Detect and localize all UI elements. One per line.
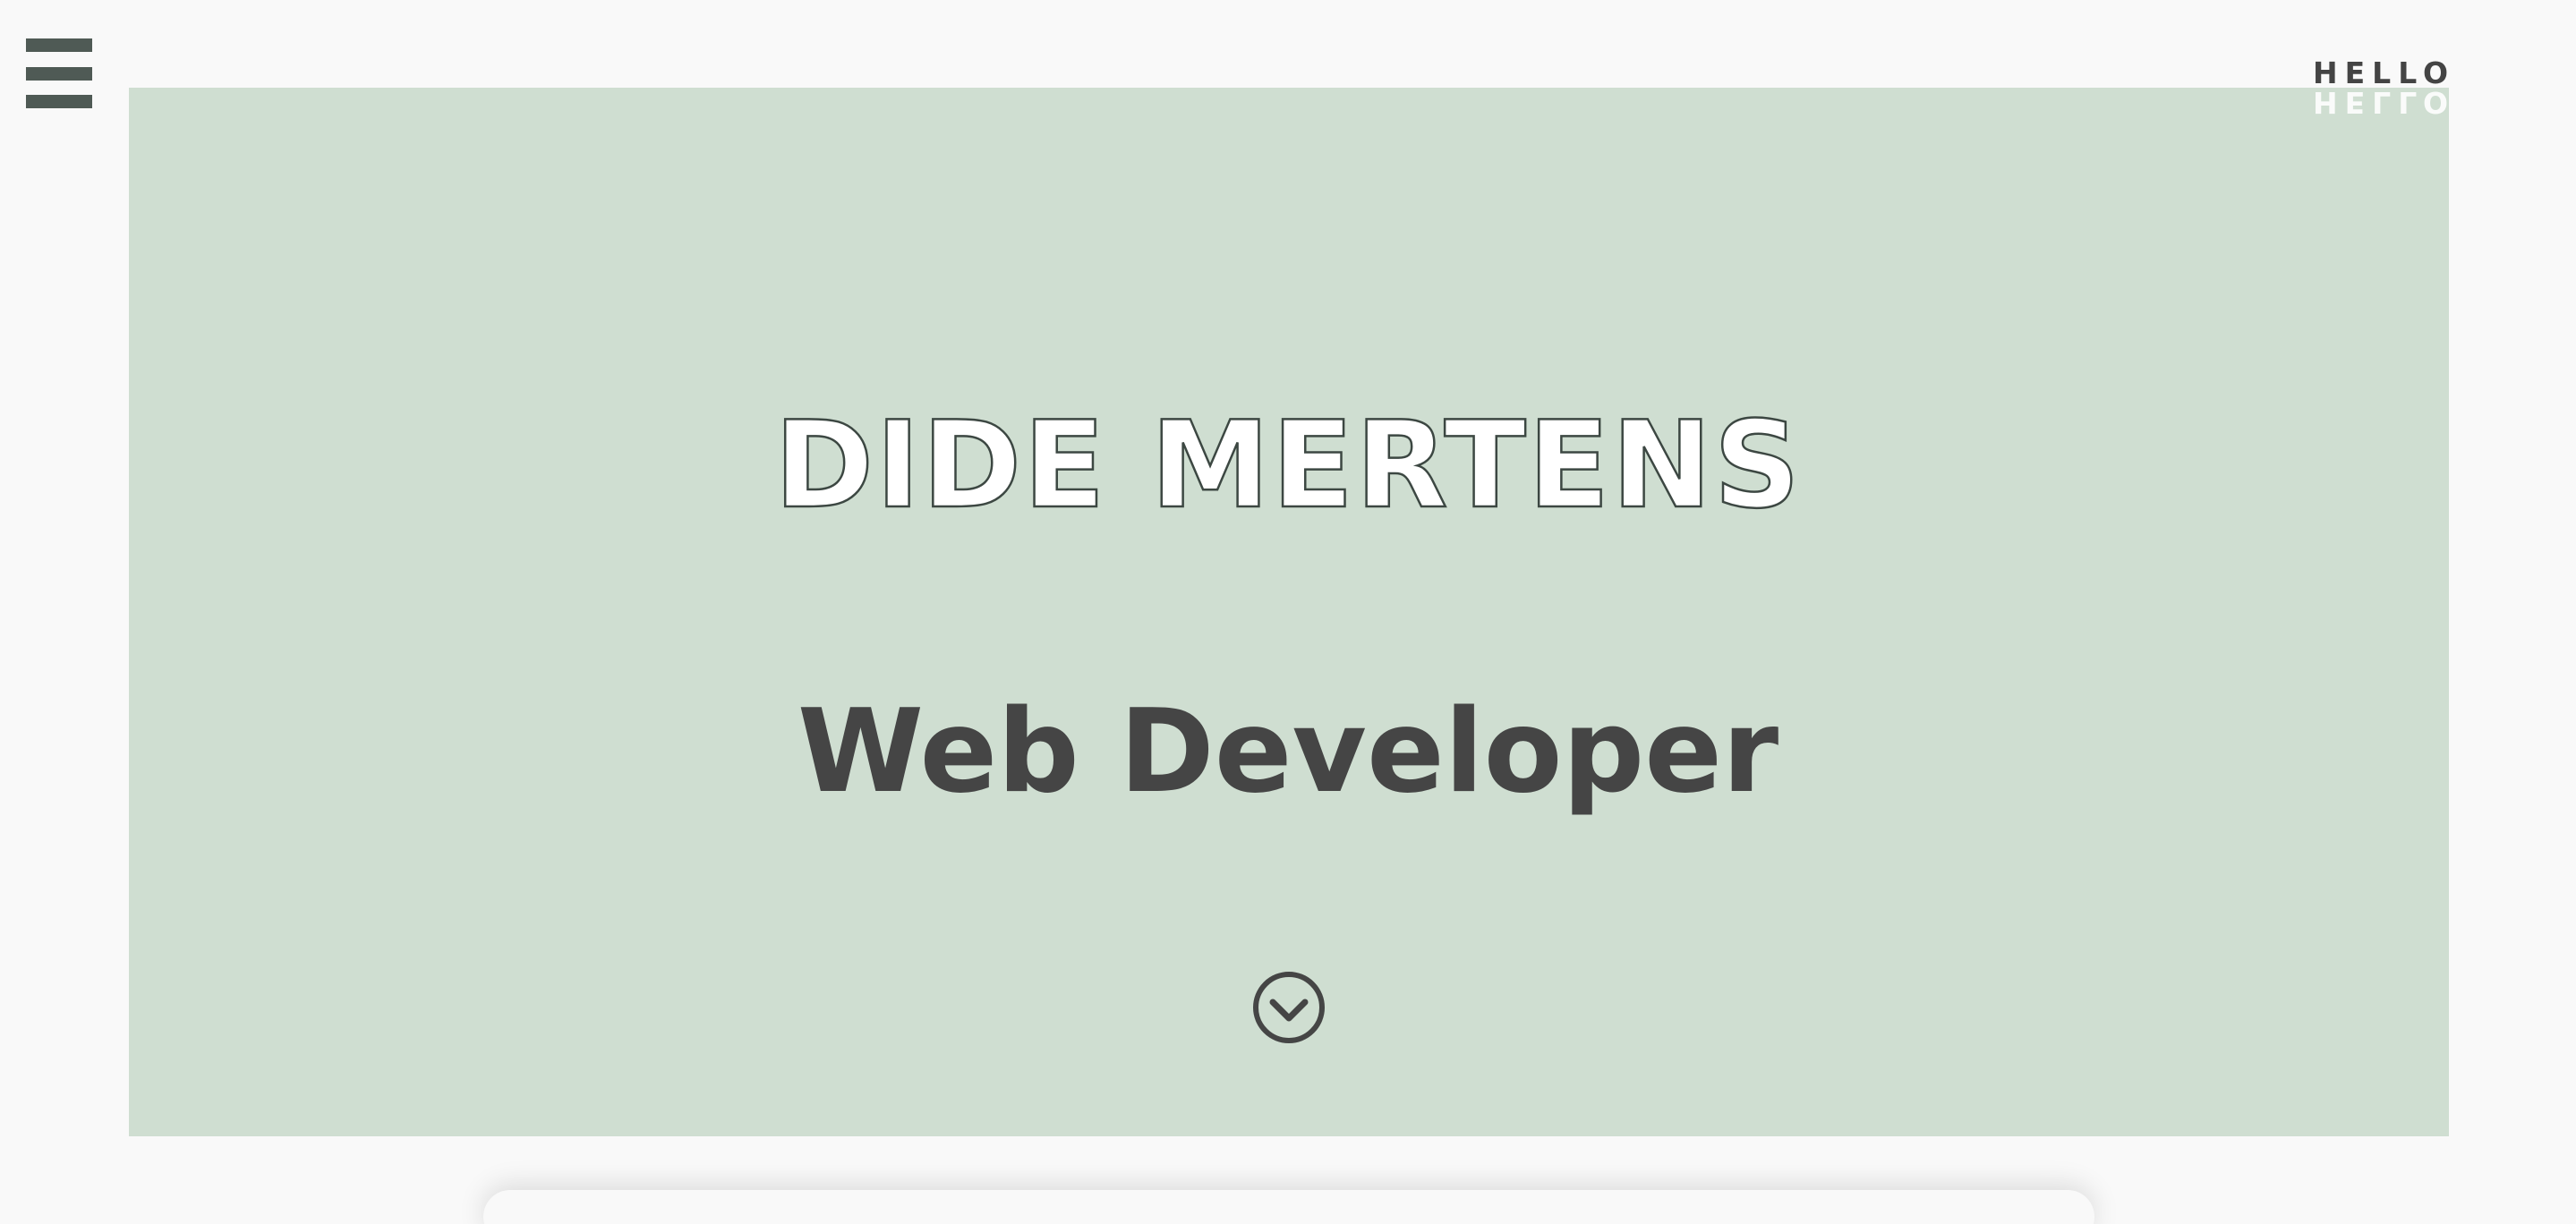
menu-bar [26,67,92,81]
next-section-card [483,1190,2094,1224]
hero-role: Web Developer [797,685,1779,820]
hamburger-menu-icon[interactable] [26,38,92,108]
menu-bar [26,95,92,108]
menu-bar [26,38,92,52]
hello-logo[interactable]: HELLO HELLO [2313,57,2455,121]
scroll-down-svg [1253,972,1325,1043]
logo-text-reflection: HELLO [2313,85,2456,120]
chevron-down-circle-icon[interactable] [1251,970,1326,1045]
hero-name: DIDE MERTENS [773,395,1803,537]
page: HELLO HELLO DIDE MERTENS Web Developer [0,0,2576,1224]
